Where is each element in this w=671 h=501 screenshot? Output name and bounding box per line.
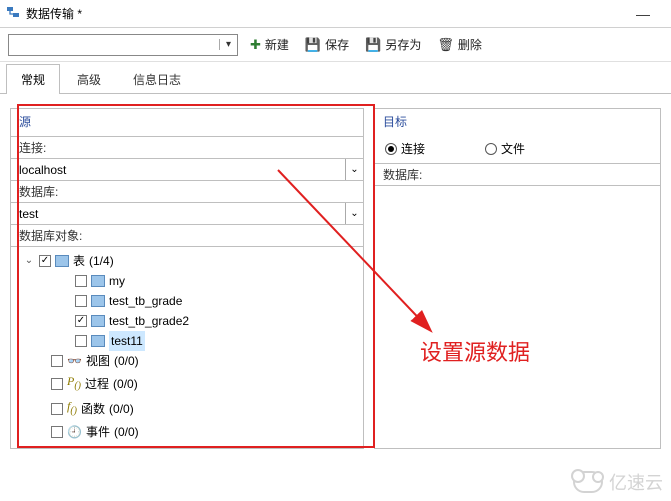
tree-leaf[interactable]: test_tb_grade2 [17, 311, 357, 331]
collapse-icon[interactable]: ⌄ [23, 251, 35, 271]
checkbox[interactable] [75, 315, 87, 327]
tree-count: (0/0) [114, 351, 139, 371]
tree-node-procedures[interactable]: P() 过程 (0/0) [17, 371, 357, 396]
tree-count: (0/0) [109, 399, 134, 419]
tree-label: test_tb_grade [109, 291, 182, 311]
source-title: 源 [11, 109, 363, 136]
source-conn-value: localhost [11, 163, 345, 177]
radio-label: 连接 [401, 140, 425, 157]
target-db-select[interactable] [375, 185, 660, 207]
tab-label: 常规 [21, 73, 45, 87]
target-radio-file[interactable]: 文件 [485, 140, 525, 157]
checkbox[interactable] [51, 378, 63, 390]
tree-node-functions[interactable]: f() 函数 (0/0) [17, 396, 357, 421]
event-icon: 🕘 [67, 422, 82, 442]
source-conn-label: 连接: [11, 136, 363, 158]
table-icon [91, 295, 105, 307]
tree-count: (0/0) [114, 422, 139, 442]
titlebar: 数据传输 * — [0, 0, 671, 28]
annotation-text: 设置源数据 [420, 335, 530, 367]
target-panel: 目标 连接 文件 数据库: [374, 108, 661, 449]
tree-label: 视图 [86, 351, 110, 371]
radio-dot-icon [385, 143, 397, 155]
tree-label: 事件 [86, 422, 110, 442]
new-button[interactable]: ✚ 新建 [246, 34, 293, 55]
new-icon: ✚ [250, 37, 261, 53]
save-button[interactable]: 💾 保存 [301, 34, 353, 55]
window-title: 数据传输 * [26, 5, 82, 22]
radio-dot-icon [485, 143, 497, 155]
tree-node-views[interactable]: 👓 视图 (0/0) [17, 351, 357, 371]
source-db-value: test [11, 207, 345, 221]
source-objects-label: 数据库对象: [11, 224, 363, 246]
content-area: 源 连接: localhost ⌄ 数据库: test ⌄ 数据库对象: ⌄ 表… [0, 94, 671, 463]
checkbox[interactable] [75, 335, 87, 347]
tree-count: (0/0) [113, 374, 138, 394]
target-radio-connection[interactable]: 连接 [385, 140, 425, 157]
save-as-label: 另存为 [385, 36, 421, 53]
new-label: 新建 [265, 36, 289, 53]
delete-button[interactable]: 🗑 删除 [433, 34, 486, 55]
tree-label: my [109, 271, 125, 291]
chevron-down-icon: ⌄ [345, 203, 363, 224]
tree-label: test11 [109, 331, 145, 351]
tree-label: 表 [73, 251, 85, 271]
tab-strip: 常规 高级 信息日志 [0, 62, 671, 94]
tree-node-tables[interactable]: ⌄ 表 (1/4) [17, 251, 357, 271]
tab-advanced[interactable]: 高级 [62, 64, 116, 94]
trash-icon: 🗑 [437, 37, 454, 53]
tree-leaf[interactable]: my [17, 271, 357, 291]
checkbox[interactable] [51, 403, 63, 415]
checkbox[interactable] [75, 295, 87, 307]
table-icon [91, 275, 105, 287]
chevron-down-icon: ▾ [219, 39, 237, 50]
table-icon [91, 335, 105, 347]
procedure-icon: P() [67, 371, 81, 396]
save-label: 保存 [325, 36, 349, 53]
tree-label: 过程 [85, 374, 109, 394]
tree-label: test_tb_grade2 [109, 311, 189, 331]
watermark-text: 亿速云 [609, 469, 663, 495]
object-tree: ⌄ 表 (1/4) my test_tb_grade test_tb_grade… [11, 246, 363, 448]
checkbox[interactable] [75, 275, 87, 287]
watermark-icon [573, 471, 603, 493]
app-icon [6, 5, 20, 22]
delete-label: 删除 [458, 36, 482, 53]
target-db-label: 数据库: [375, 163, 660, 185]
watermark: 亿速云 [573, 469, 663, 495]
source-conn-select[interactable]: localhost ⌄ [11, 158, 363, 180]
tab-log[interactable]: 信息日志 [118, 64, 196, 94]
tab-label: 信息日志 [133, 73, 181, 87]
view-icon: 👓 [67, 351, 82, 371]
chevron-down-icon: ⌄ [345, 159, 363, 180]
function-icon: f() [67, 396, 77, 421]
tree-label: 函数 [81, 399, 105, 419]
toolbar: ▾ ✚ 新建 💾 保存 💾 另存为 🗑 删除 [0, 28, 671, 62]
tab-general[interactable]: 常规 [6, 64, 60, 94]
table-icon [55, 255, 69, 267]
minimize-button[interactable]: — [621, 6, 665, 22]
save-icon: 💾 [305, 37, 321, 53]
tree-leaf-selected[interactable]: test11 [17, 331, 357, 351]
profile-combo[interactable]: ▾ [8, 34, 238, 56]
source-db-label: 数据库: [11, 180, 363, 202]
tree-leaf[interactable]: test_tb_grade [17, 291, 357, 311]
radio-label: 文件 [501, 140, 525, 157]
target-title: 目标 [375, 109, 660, 136]
source-db-select[interactable]: test ⌄ [11, 202, 363, 224]
save-as-button[interactable]: 💾 另存为 [361, 34, 425, 55]
save-as-icon: 💾 [365, 37, 381, 53]
tab-label: 高级 [77, 73, 101, 87]
tree-node-events[interactable]: 🕘 事件 (0/0) [17, 422, 357, 442]
checkbox[interactable] [51, 426, 63, 438]
checkbox[interactable] [51, 355, 63, 367]
tree-count: (1/4) [89, 251, 114, 271]
source-panel: 源 连接: localhost ⌄ 数据库: test ⌄ 数据库对象: ⌄ 表… [10, 108, 364, 449]
table-icon [91, 315, 105, 327]
checkbox[interactable] [39, 255, 51, 267]
